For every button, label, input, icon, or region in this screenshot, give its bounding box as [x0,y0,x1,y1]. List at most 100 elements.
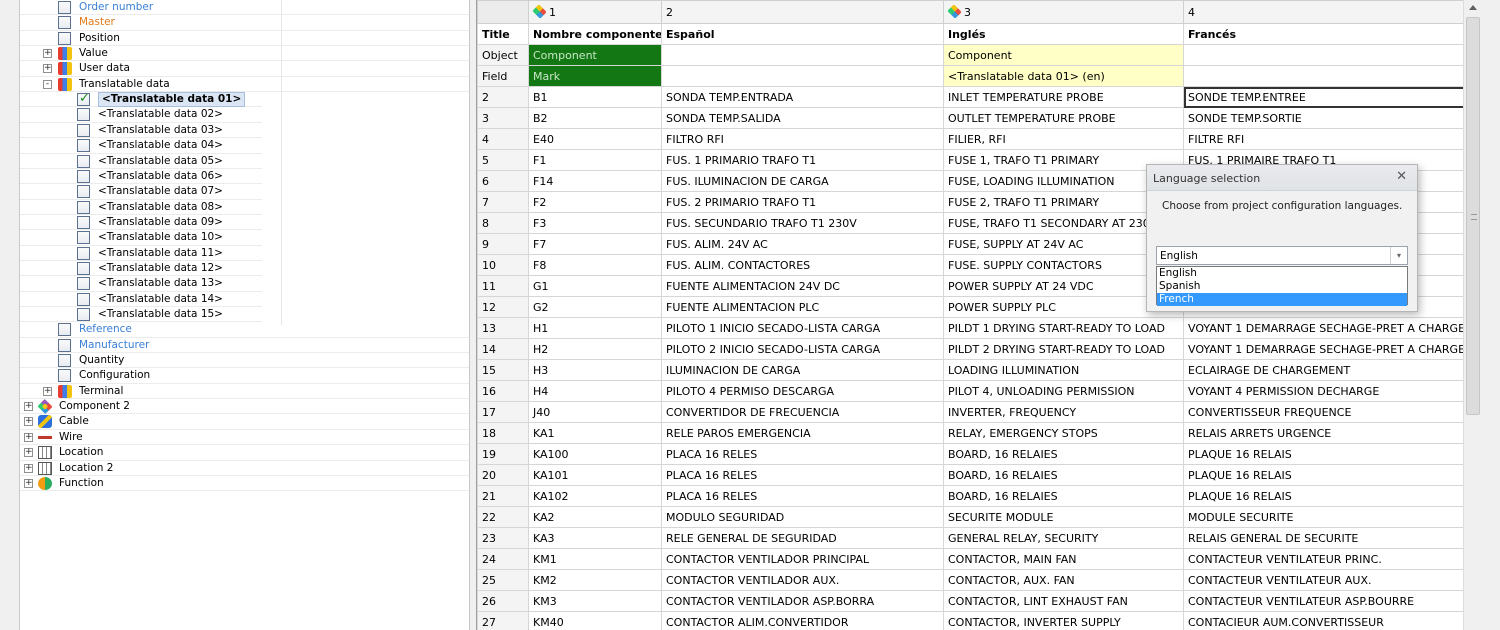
spanish-cell[interactable]: FUENTE ALIMENTACION 24V DC [661,275,944,297]
french-cell[interactable]: CONVERTISSEUR FREQUENCE [1183,401,1463,423]
expand-icon[interactable]: + [24,463,33,473]
mark-cell[interactable]: F2 [528,191,662,213]
row-header[interactable]: 12 [477,296,529,318]
grid-cell[interactable] [1183,44,1463,66]
row-header[interactable]: 27 [477,611,529,630]
column-header[interactable]: 3 [943,0,1184,24]
row-header[interactable]: 5 [477,149,529,171]
checkbox[interactable] [58,31,71,45]
row-header[interactable]: Title [477,23,529,45]
spanish-cell[interactable]: SONDA TEMP.ENTRADA [661,86,944,108]
row-header[interactable]: 16 [477,380,529,402]
spanish-cell[interactable]: FILTRO RFI [661,128,944,150]
tree-item[interactable]: <Translatable data 03> [20,123,262,139]
english-cell[interactable]: BOARD, 16 RELAIES [943,485,1184,507]
mark-cell[interactable]: G2 [528,296,662,318]
checkbox[interactable] [58,16,71,30]
tree-item[interactable]: Configuration [20,368,469,384]
mark-cell[interactable]: B2 [528,107,662,129]
english-cell[interactable]: OUTLET TEMPERATURE PROBE [943,107,1184,129]
checkbox[interactable] [77,185,90,199]
french-cell[interactable]: FILTRE RFI [1183,128,1463,150]
spanish-cell[interactable]: FUS. SECUNDARIO TRAFO T1 230V [661,212,944,234]
checkbox[interactable] [77,277,90,291]
french-cell[interactable]: VOYANT 1 DEMARRAGE SECHAGE-PRET A CHARGE [1183,338,1463,360]
dialog-title-bar[interactable]: Language selection ✕ [1147,165,1417,191]
tree-item[interactable]: <Translatable data 10> [20,230,262,246]
tree-item[interactable]: <Translatable data 07> [20,184,262,200]
vertical-scrollbar[interactable] [1463,0,1482,630]
tree-item[interactable]: Quantity [20,353,469,369]
french-cell[interactable]: CONTACTEUR VENTILATEUR AUX. [1183,569,1463,591]
row-header[interactable]: 14 [477,338,529,360]
tree-item[interactable]: <Translatable data 15> [20,307,262,323]
mark-cell[interactable]: H4 [528,380,662,402]
checkbox-checked[interactable] [77,91,90,107]
row-header[interactable]: 20 [477,464,529,486]
french-cell[interactable]: RELAIS ARRETS URGENCE [1183,422,1463,444]
grid-cell[interactable] [661,44,944,66]
expand-icon[interactable]: + [43,49,52,59]
checkbox[interactable] [77,261,90,275]
tree-item[interactable]: <Translatable data 12> [20,261,262,277]
english-cell[interactable]: PILDT 1 DRYING START-READY TO LOAD [943,317,1184,339]
scroll-thumb[interactable] [1466,17,1480,415]
grid-cell[interactable]: Mark [528,65,662,87]
french-cell[interactable]: VOYANT 4 PERMISSION DECHARGE [1183,380,1463,402]
tree-item[interactable]: Reference [20,322,469,338]
row-header[interactable]: 18 [477,422,529,444]
french-cell[interactable]: PLAQUE 16 RELAIS [1183,443,1463,465]
french-cell[interactable]: CONTACIEUR AUM.CONVERTISSEUR [1183,611,1463,630]
close-icon[interactable]: ✕ [1396,169,1407,184]
mark-cell[interactable]: F3 [528,212,662,234]
english-cell[interactable]: RELAY, EMERGENCY STOPS [943,422,1184,444]
checkbox[interactable] [77,169,90,183]
english-cell[interactable]: BOARD, 16 RELAIES [943,464,1184,486]
spanish-cell[interactable]: FUS. 2 PRIMARIO TRAFO T1 [661,191,944,213]
spanish-cell[interactable]: PILOTO 2 INICIO SECADO-LISTA CARGA [661,338,944,360]
expand-icon[interactable]: + [43,386,52,396]
spanish-cell[interactable]: FUS. ALIM. CONTACTORES [661,254,944,276]
tree-item[interactable]: <Translatable data 04> [20,138,262,154]
row-header[interactable]: 11 [477,275,529,297]
mark-cell[interactable]: KA1 [528,422,662,444]
grid-cell[interactable]: <Translatable data 01> (en) [943,65,1184,87]
tree-item[interactable]: + Wire [20,430,469,446]
row-header[interactable]: 3 [477,107,529,129]
expand-icon[interactable]: + [24,448,33,458]
french-cell[interactable]: VOYANT 1 DEMARRAGE SECHAGE-PRET A CHARGE [1183,317,1463,339]
french-cell[interactable]: CONTACTEUR VENTILATEUR PRINC. [1183,548,1463,570]
grid-cell[interactable]: Nombre componente [528,23,662,45]
checkbox[interactable] [77,123,90,137]
spanish-cell[interactable]: MODULO SEGURIDAD [661,506,944,528]
row-header[interactable]: 22 [477,506,529,528]
mark-cell[interactable]: H2 [528,338,662,360]
tree-item[interactable]: <Translatable data 13> [20,276,262,292]
english-cell[interactable]: PILDT 2 DRYING START-READY TO LOAD [943,338,1184,360]
english-cell[interactable]: CONTACTOR, AUX. FAN [943,569,1184,591]
spanish-cell[interactable]: ILUMINACION DE CARGA [661,359,944,381]
expand-icon[interactable]: + [24,478,33,488]
checkbox[interactable] [77,292,90,306]
dropdown-option-english[interactable]: English [1157,267,1407,280]
tree-item[interactable]: <Translatable data 11> [20,246,262,261]
checkbox[interactable] [77,154,90,168]
english-cell[interactable]: CONTACTOR, INVERTER SUPPLY [943,611,1184,630]
row-header[interactable]: Field [477,65,529,87]
dropdown-option-spanish[interactable]: Spanish [1157,280,1407,293]
grid-cell[interactable]: Component [528,44,662,66]
tree-item[interactable]: Manufacturer [20,338,469,354]
mark-cell[interactable]: KA102 [528,485,662,507]
tree-item[interactable]: <Translatable data 14> [20,292,262,308]
mark-cell[interactable]: KM40 [528,611,662,630]
tree-item[interactable]: + Component 2 [20,398,469,415]
row-header[interactable]: 19 [477,443,529,465]
english-cell[interactable]: LOADING ILLUMINATION [943,359,1184,381]
mark-cell[interactable]: KM3 [528,590,662,612]
mark-cell[interactable]: KM1 [528,548,662,570]
english-cell[interactable]: GENERAL RELAY, SECURITY [943,527,1184,549]
english-cell[interactable]: INLET TEMPERATURE PROBE [943,86,1184,108]
row-header[interactable]: 26 [477,590,529,612]
spanish-cell[interactable]: CONTACTOR VENTILADOR PRINCIPAL [661,548,944,570]
expand-icon[interactable]: + [24,432,33,442]
